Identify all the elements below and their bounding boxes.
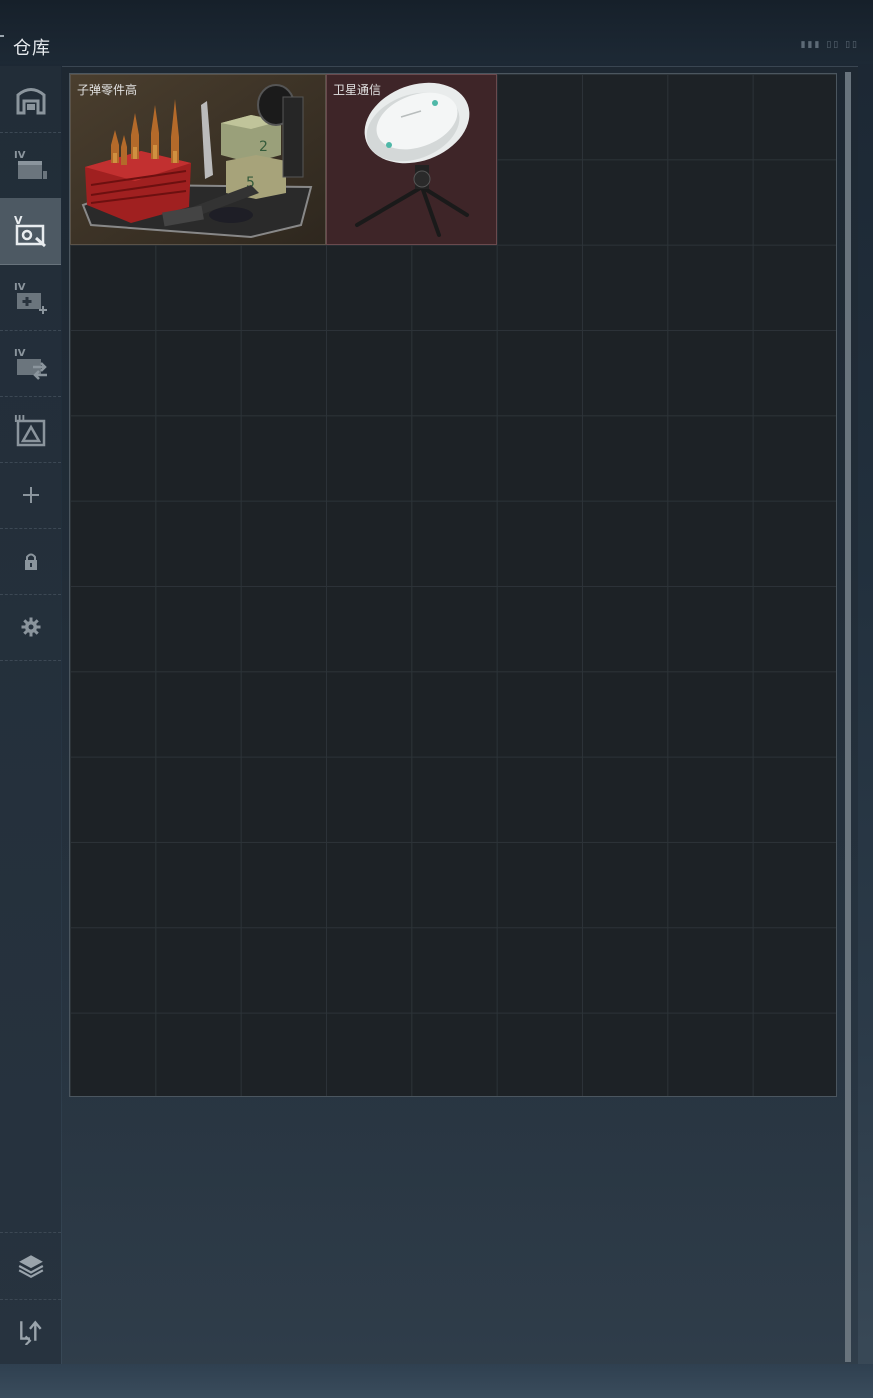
sidebar-settings-button[interactable] — [0, 594, 61, 661]
inventory-grid[interactable]: 5 2 子弹零件高 卫星通信 — [69, 73, 837, 1097]
svg-text:IV: IV — [14, 348, 26, 359]
sidebar-item-tier-iv-transfer[interactable]: IV — [0, 330, 61, 397]
page-title: 仓库 — [13, 38, 51, 59]
sidebar: IV V IV IV III — [0, 66, 61, 1364]
svg-text:IV: IV — [14, 282, 26, 293]
item-name: 卫星通信 — [333, 83, 382, 97]
sidebar-item-tier-iii-container[interactable]: III — [0, 396, 61, 463]
item-name: 子弹零件高 — [77, 83, 138, 97]
footer-bar — [0, 1364, 873, 1398]
layers-icon — [18, 1255, 43, 1278]
lock-icon — [24, 553, 37, 570]
tier-iv-add-case-icon: IV — [14, 282, 47, 314]
tier-iii-container-icon: III — [14, 414, 45, 447]
scrollbar-thumb[interactable] — [845, 72, 851, 1362]
svg-text:III: III — [14, 414, 25, 425]
header-tick — [0, 35, 4, 37]
header: 仓库 ▮▮▮ ▯▯ ▯▯ — [0, 0, 873, 64]
tier-v-search-case-icon: V — [14, 214, 46, 248]
sidebar-lock-button[interactable] — [0, 528, 61, 595]
storage-icon — [16, 88, 45, 115]
inventory-item-ammo-parts[interactable]: 5 2 子弹零件高 — [70, 74, 326, 245]
gear-icon — [21, 617, 40, 637]
sidebar-sort-button[interactable] — [0, 1298, 61, 1364]
header-decoration: ▮▮▮ ▯▯ ▯▯ — [800, 40, 859, 50]
svg-text:2: 2 — [259, 139, 268, 155]
tier-iv-case-icon: IV — [14, 150, 47, 179]
ammo-parts-crate-icon: 5 2 — [71, 75, 325, 244]
sidebar-item-storage[interactable] — [0, 66, 61, 133]
sidebar-add-button[interactable] — [0, 462, 61, 529]
sort-icon — [19, 1320, 42, 1345]
inventory-item-satellite-comm[interactable]: 卫星通信 — [326, 74, 497, 245]
satellite-dish-icon — [327, 75, 496, 244]
sidebar-item-tier-iv-add[interactable]: IV — [0, 264, 61, 331]
sidebar-layers-button[interactable] — [0, 1232, 61, 1300]
plus-icon — [22, 487, 39, 503]
tier-iv-transfer-case-icon: IV — [14, 348, 47, 380]
sidebar-item-tier-iv-case[interactable]: IV — [0, 132, 61, 199]
svg-text:IV: IV — [14, 150, 26, 161]
sidebar-item-tier-v-case[interactable]: V — [0, 198, 61, 265]
